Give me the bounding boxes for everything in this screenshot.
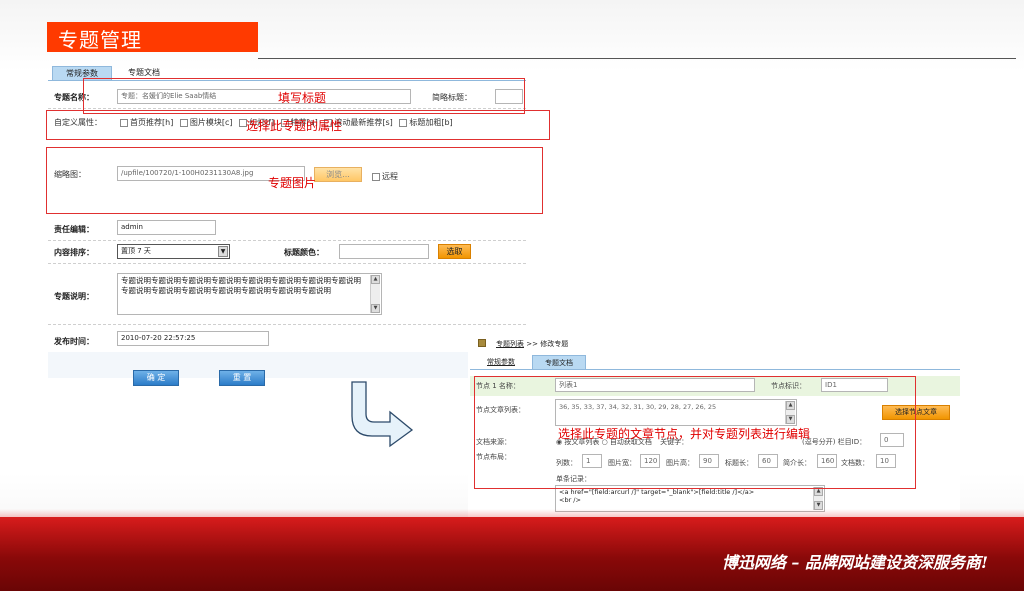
order-label: 内容排序： bbox=[54, 248, 94, 257]
remote-option: 远程 bbox=[368, 171, 398, 182]
browse-button[interactable]: 浏览... bbox=[314, 167, 362, 182]
desc-textarea[interactable]: 专题说明专题说明专题说明专题说明专题说明专题说明专题说明专题说明专题说明专题说明… bbox=[117, 273, 382, 315]
time-label: 发布时间： bbox=[54, 337, 94, 346]
color-label: 标题颜色： bbox=[284, 248, 324, 257]
note-thumb: 专题图片 bbox=[268, 176, 317, 190]
note-fill-title: 填写标题 bbox=[278, 91, 327, 105]
divider bbox=[48, 240, 526, 241]
color-input[interactable] bbox=[339, 244, 429, 259]
folder-icon bbox=[478, 339, 486, 347]
note-nodes: 选择此专题的文章节点，并对专题列表进行编辑 bbox=[558, 427, 811, 441]
editor-label: 责任编辑： bbox=[54, 225, 94, 234]
scroll-down-icon[interactable]: ▼ bbox=[371, 304, 380, 313]
order-selected: 置顶 7 天 bbox=[121, 247, 151, 255]
slogan: 博迅网络 – 品牌网站建设资深服务商! bbox=[721, 553, 988, 572]
pick-color-button[interactable]: 选取 bbox=[438, 244, 471, 259]
ok-button[interactable]: 确 定 bbox=[133, 370, 179, 386]
divider bbox=[48, 324, 526, 325]
curved-arrow-icon bbox=[351, 381, 414, 448]
breadcrumb-current: 修改专题 bbox=[540, 340, 569, 348]
thumb-label: 缩略图： bbox=[54, 170, 86, 179]
divider bbox=[48, 263, 526, 264]
panel2-tab-general[interactable]: 常规参数 bbox=[478, 355, 524, 369]
note-select-attr: 选择此专题的属性 bbox=[246, 119, 343, 133]
record-line-2: <br /> bbox=[559, 496, 581, 504]
desc-scrollbar[interactable]: ▲ ▼ bbox=[370, 275, 380, 313]
breadcrumb: 专题列表 >> 修改专题 bbox=[496, 339, 568, 349]
breadcrumb-link[interactable]: 专题列表 bbox=[496, 340, 524, 348]
title-rule bbox=[258, 58, 1016, 59]
chevron-down-icon[interactable]: ▼ bbox=[218, 246, 228, 257]
record-textarea[interactable]: <a href="[field:arcurl /]" target="_blan… bbox=[555, 485, 825, 512]
page-title: 专题管理 bbox=[58, 28, 142, 52]
record-line-1: <a href="[field:arcurl /]" target="_blan… bbox=[559, 488, 755, 496]
desc-text: 专题说明专题说明专题说明专题说明专题说明专题说明专题说明专题说明专题说明专题说明… bbox=[121, 276, 361, 295]
remote-label: 远程 bbox=[382, 172, 398, 181]
record-scrollbar[interactable]: ▲ ▼ bbox=[813, 487, 823, 510]
reset-button[interactable]: 重 置 bbox=[219, 370, 265, 386]
panel2-tab-topic-docs[interactable]: 专题文档 bbox=[532, 355, 586, 369]
scroll-up-icon[interactable]: ▲ bbox=[371, 275, 380, 284]
button-bar bbox=[48, 352, 526, 378]
panel2-tab-underline bbox=[470, 369, 960, 370]
desc-label: 专题说明： bbox=[54, 292, 94, 301]
remote-checkbox[interactable] bbox=[372, 172, 380, 181]
time-input[interactable]: 2010-07-20 22:57:25 bbox=[117, 331, 269, 346]
order-select[interactable]: 置顶 7 天 ▼ bbox=[117, 244, 230, 259]
editor-input[interactable]: admin bbox=[117, 220, 216, 235]
breadcrumb-sep: >> bbox=[526, 340, 538, 348]
